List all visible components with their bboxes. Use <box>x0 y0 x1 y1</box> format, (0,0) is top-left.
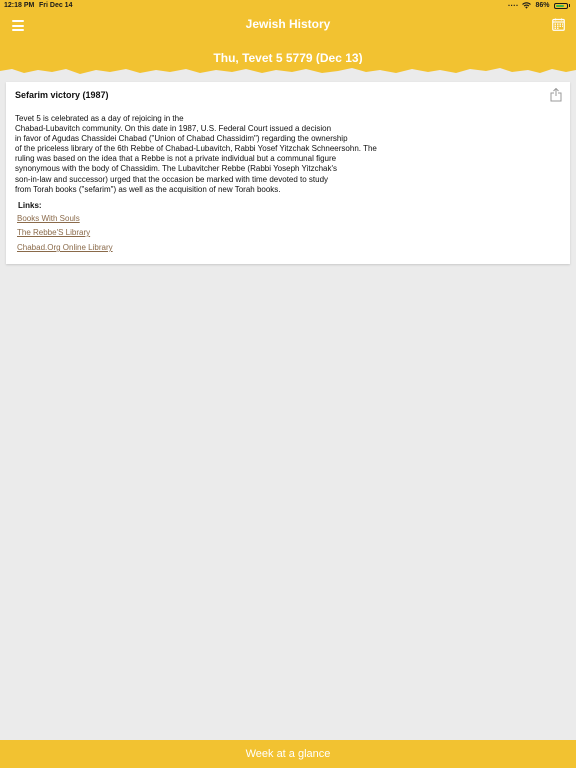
share-icon[interactable] <box>550 88 562 102</box>
article-card: Sefarim victory (1987) Tevet 5 is celebr… <box>6 82 570 264</box>
body-line: son-in-law and successor) urged that the… <box>15 174 329 184</box>
status-time: 12:18 PM <box>4 2 35 9</box>
app-title: Jewish History <box>245 17 331 31</box>
signal-dots-icon: ···· <box>507 0 519 10</box>
wifi-icon <box>522 2 532 9</box>
torn-paper-edge <box>0 64 576 74</box>
links-label: Links: <box>18 201 42 210</box>
body-line: in favor of Agudas Chassidei Chabad ("Un… <box>15 134 348 144</box>
body-line: ruling was based on the idea that a Rebb… <box>15 154 337 164</box>
body-line: of the priceless library of the 6th Rebb… <box>15 144 377 154</box>
week-at-a-glance-label: Week at a glance <box>245 748 331 760</box>
body-line: from Torah books ("sefarim") as well as … <box>15 184 281 194</box>
link-chabad-online-library[interactable]: Chabad.Org Online Library <box>17 243 113 252</box>
article-title: Sefarim victory (1987) <box>15 90 109 100</box>
week-at-a-glance-button[interactable]: Week at a glance <box>0 740 576 768</box>
battery-tip <box>568 4 570 7</box>
status-bar: 12:18 PM Fri Dec 14 ···· 86% <box>0 0 576 12</box>
battery-icon <box>553 2 568 9</box>
status-indicators: ···· 86% <box>507 0 570 10</box>
body-line: synonymous with the body of Chassidim. T… <box>15 164 338 174</box>
article-body: Tevet 5 is celebrated as a day of rejoic… <box>15 114 435 195</box>
body-line: Chabad-Lubavitch community. On this date… <box>15 124 332 134</box>
status-date: Fri Dec 14 <box>39 2 73 9</box>
link-books-with-souls[interactable]: Books With Souls <box>17 214 80 223</box>
calendar-icon[interactable] <box>552 18 565 31</box>
battery-fill <box>555 4 565 7</box>
header-bar: 12:18 PM Fri Dec 14 ···· 86% Jewish Hist… <box>0 0 576 66</box>
battery-percent: 86% <box>535 2 550 9</box>
link-rebbes-library[interactable]: The Rebbe'S Library <box>17 228 90 237</box>
date-title: Thu, Tevet 5 5779 (Dec 13) <box>213 51 363 65</box>
body-line: Tevet 5 is celebrated as a day of rejoic… <box>15 114 184 123</box>
